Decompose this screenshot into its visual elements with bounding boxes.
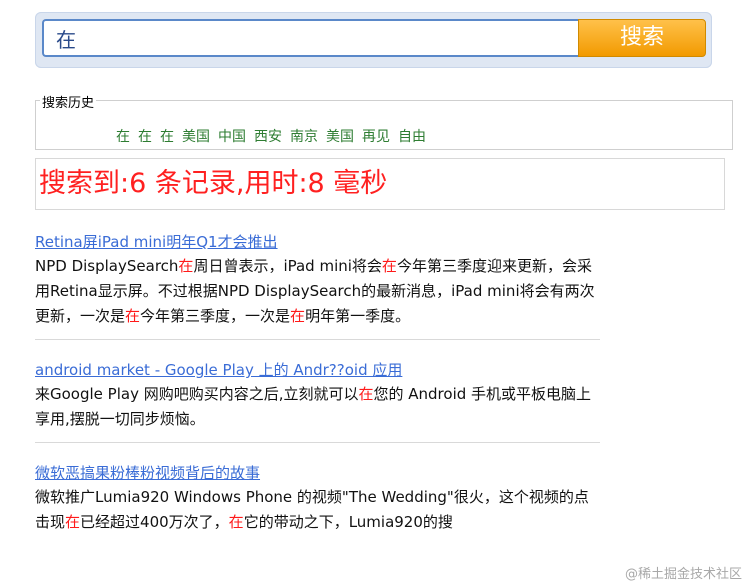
search-history-item[interactable]: 再见 — [362, 126, 390, 146]
watermark: @稀土掘金技术社区 — [624, 567, 742, 582]
search-history-item[interactable]: 西安 — [254, 126, 282, 146]
snippet-text: 它的带动之下，Lumia920的搜 — [243, 513, 453, 531]
highlight-term: 在 — [358, 385, 374, 403]
result-item: Retina屏iPad mini明年Q1才会推出 NPD DisplaySearc… — [35, 230, 600, 340]
search-history-item[interactable]: 在 — [160, 126, 174, 146]
snippet-text: 已经超过400万次了， — [80, 513, 229, 531]
search-history-item[interactable]: 美国 — [326, 126, 354, 146]
result-snippet: NPD DisplaySearch在周日曾表示，iPad mini将会在今年第三… — [35, 254, 600, 329]
result-summary: 搜索到:6 条记录,用时:8 毫秒 — [39, 168, 388, 199]
highlight-term: 在 — [65, 513, 81, 531]
result-title-link[interactable]: 微软恶搞果粉棒粉视频背后的故事 — [35, 461, 600, 485]
search-history-box: 搜索历史 在在在美国 中国 西安 南京 美国 再见 自由 — [35, 96, 733, 150]
search-history-list: 在在在美国 中国 西安 南京 美国 再见 自由 — [116, 126, 426, 146]
snippet-text: 今年第三季度，一次是 — [140, 307, 291, 325]
result-title-link[interactable]: Retina屏iPad mini明年Q1才会推出 — [35, 230, 600, 254]
search-history-label: 搜索历史 — [40, 96, 97, 111]
highlight-term: 在 — [290, 307, 306, 325]
search-bar: 搜索 — [35, 12, 712, 68]
highlight-term: 在 — [178, 257, 194, 275]
snippet-text: NPD DisplaySearch — [35, 257, 179, 275]
search-results: Retina屏iPad mini明年Q1才会推出 NPD DisplaySearc… — [35, 230, 600, 563]
result-title-link[interactable]: android market - Google Play 上的 Andr??oi… — [35, 358, 600, 382]
snippet-text: 来Google Play 网购吧购买内容之后,立刻就可以 — [35, 385, 359, 403]
search-button[interactable]: 搜索 — [578, 19, 706, 57]
highlight-term: 在 — [228, 513, 244, 531]
highlight-term: 在 — [381, 257, 397, 275]
snippet-text: 周日曾表示，iPad mini将会 — [193, 257, 382, 275]
search-history-item[interactable]: 美国 — [182, 126, 210, 146]
result-summary-box: 搜索到:6 条记录,用时:8 毫秒 — [35, 158, 725, 210]
result-snippet: 微软推广Lumia920 Windows Phone 的视频"The Weddi… — [35, 485, 600, 535]
search-input[interactable] — [42, 19, 578, 57]
search-history-item[interactable]: 中国 — [218, 126, 246, 146]
search-history-item[interactable]: 自由 — [398, 126, 426, 146]
highlight-term: 在 — [125, 307, 141, 325]
search-history-item[interactable]: 南京 — [290, 126, 318, 146]
search-history-item[interactable]: 在 — [116, 126, 130, 146]
search-history-item[interactable]: 在 — [138, 126, 152, 146]
result-item: 微软恶搞果粉棒粉视频背后的故事 微软推广Lumia920 Windows Phon… — [35, 461, 600, 545]
result-snippet: 来Google Play 网购吧购买内容之后,立刻就可以在您的 Android … — [35, 382, 600, 432]
snippet-text: 明年第一季度。 — [305, 307, 411, 325]
result-item: android market - Google Play 上的 Andr??oi… — [35, 358, 600, 443]
